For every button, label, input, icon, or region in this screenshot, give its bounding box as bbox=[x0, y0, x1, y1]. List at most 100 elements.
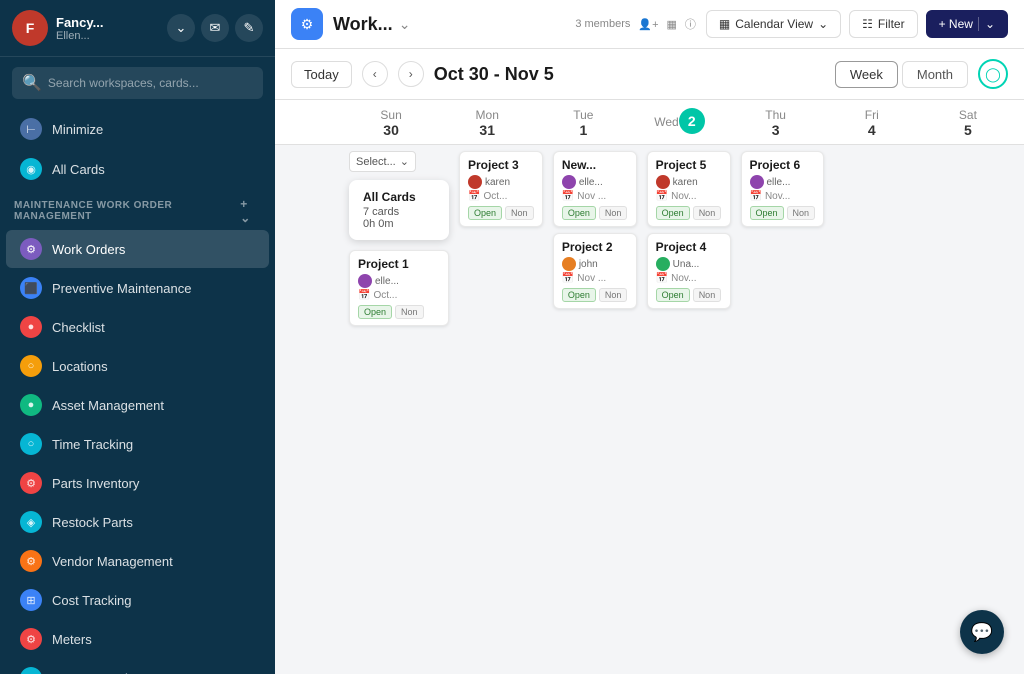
day-header-mon: Mon31 bbox=[439, 100, 535, 144]
minimize-icon: ⊢ bbox=[20, 118, 42, 140]
event-card-new[interactable]: New... elle... 📅 Nov ... Open Non bbox=[553, 151, 637, 227]
all-cards-popup[interactable]: All Cards 7 cards 0h 0m bbox=[349, 180, 449, 240]
day-header-wed: Wed2 bbox=[631, 100, 727, 144]
sidebar-item-all-cards[interactable]: ◉ All Cards bbox=[6, 150, 269, 188]
search-icon: 🔍 bbox=[22, 73, 42, 93]
sidebar-item-restock-parts[interactable]: ◈ Restock Parts bbox=[6, 503, 269, 541]
nav-label: Meters bbox=[52, 632, 92, 647]
event-tags: Open Non bbox=[562, 288, 628, 302]
day-name: Thu bbox=[765, 108, 786, 122]
prev-week-button[interactable]: ‹ bbox=[362, 61, 388, 87]
event-title: Project 1 bbox=[358, 257, 440, 271]
assignee-avatar bbox=[562, 257, 576, 271]
assignee-name: elle... bbox=[767, 177, 791, 188]
day-header-thu: Thu3 bbox=[728, 100, 824, 144]
wednesday-column: Project 5 karen 📅 Nov... Open Non bbox=[643, 145, 735, 661]
chat-button[interactable]: 💬 bbox=[960, 610, 1004, 654]
members-icon: 👤+ bbox=[638, 18, 658, 31]
sidebar-item-meters[interactable]: ⚙ Meters bbox=[6, 620, 269, 658]
nav-icon: ⚙ bbox=[20, 628, 42, 650]
search-bar[interactable]: 🔍 bbox=[12, 67, 263, 99]
nav-icon: ⚙ bbox=[20, 472, 42, 494]
nav-icon: ◈ bbox=[20, 511, 42, 533]
event-tags: Open Non bbox=[656, 288, 722, 302]
day-header-fri: Fri4 bbox=[824, 100, 920, 144]
circle-button[interactable]: ◯ bbox=[978, 59, 1008, 89]
assignee-name: john bbox=[579, 259, 598, 270]
title-chevron-icon[interactable]: ⌄ bbox=[399, 16, 411, 33]
filter-button[interactable]: ☷ Filter bbox=[849, 10, 917, 38]
tag-open: Open bbox=[656, 288, 690, 302]
event-date: 📅 Nov... bbox=[750, 191, 816, 202]
view-label: Calendar View bbox=[735, 17, 813, 31]
day-header-sat: Sat5 bbox=[920, 100, 1016, 144]
filter-icon: ☷ bbox=[862, 17, 873, 31]
sidebar-item-preventive-maintenance[interactable]: ⬛ Preventive Maintenance bbox=[6, 269, 269, 307]
popup-title: All Cards bbox=[363, 190, 435, 204]
event-card-project6[interactable]: Project 6 elle... 📅 Nov... Open Non bbox=[741, 151, 825, 227]
nav-label: Vendor Management bbox=[52, 554, 173, 569]
edit-icon[interactable]: ✎ bbox=[235, 14, 263, 42]
event-card-project3[interactable]: Project 3 karen 📅 Oct... Open Non bbox=[459, 151, 543, 227]
sidebar-item-parts-inventory[interactable]: ⚙ Parts Inventory bbox=[6, 464, 269, 502]
week-tab[interactable]: Week bbox=[835, 61, 898, 88]
next-week-button[interactable]: › bbox=[398, 61, 424, 87]
event-card-project2[interactable]: Project 2 john 📅 Nov ... Open Non bbox=[553, 233, 637, 309]
event-tags: Open Non bbox=[656, 206, 722, 220]
nav-icon: ○ bbox=[20, 433, 42, 455]
assignee-avatar bbox=[468, 175, 482, 189]
popup-count: 7 cards bbox=[363, 206, 435, 218]
section-toggle[interactable]: + ⌄ bbox=[240, 197, 261, 225]
sidebar-item-vendor-management[interactable]: ⚙ Vendor Management bbox=[6, 542, 269, 580]
sidebar-item-work-orders[interactable]: ⚙ Work Orders bbox=[6, 230, 269, 268]
calendar-icon: 📅 bbox=[562, 191, 574, 202]
tag-none: Non bbox=[693, 206, 722, 220]
event-card-project4[interactable]: Project 4 Una... 📅 Nov... Open Non bbox=[647, 233, 731, 309]
day-number: 30 bbox=[347, 122, 435, 138]
new-button[interactable]: + New ⌄ bbox=[926, 10, 1008, 38]
sidebar-header: F Fancy... Ellen... ⌄ ✉ ✎ bbox=[0, 0, 275, 57]
topbar-meta: 3 members 👤+ ▦ ⓘ bbox=[575, 16, 696, 32]
thursday-column: Project 6 elle... 📅 Nov... Open Non bbox=[737, 145, 829, 661]
sidebar-item-minimize[interactable]: ⊢ Minimize bbox=[6, 110, 269, 148]
tag-none: Non bbox=[395, 305, 424, 319]
nav-items: ⚙ Work Orders ⬛ Preventive Maintenance ●… bbox=[0, 229, 275, 674]
chart-icon: ▦ bbox=[667, 18, 677, 31]
nav-label: Parts Inventory bbox=[52, 476, 139, 491]
assignee-name: elle... bbox=[579, 177, 603, 188]
view-selector[interactable]: ▦ Calendar View ⌄ bbox=[706, 10, 841, 38]
sidebar-item-locations[interactable]: ○ Locations bbox=[6, 347, 269, 385]
event-card-project5[interactable]: Project 5 karen 📅 Nov... Open Non bbox=[647, 151, 731, 227]
sidebar-item-cost-tracking[interactable]: ⊞ Cost Tracking bbox=[6, 581, 269, 619]
month-tab[interactable]: Month bbox=[902, 61, 968, 88]
user-info: Fancy... Ellen... bbox=[56, 15, 159, 42]
calendar-icon: 📅 bbox=[358, 290, 370, 301]
today-button[interactable]: Today bbox=[291, 61, 352, 88]
sidebar-item-asset-management[interactable]: ● Asset Management bbox=[6, 386, 269, 424]
info-icon: ⓘ bbox=[685, 16, 696, 32]
tag-open: Open bbox=[750, 206, 784, 220]
tag-none: Non bbox=[505, 206, 534, 220]
tag-open: Open bbox=[562, 206, 596, 220]
day-header-tue: Tue1 bbox=[535, 100, 631, 144]
event-title: Project 4 bbox=[656, 240, 722, 254]
chevron-down-icon[interactable]: ⌄ bbox=[167, 14, 195, 42]
day-number: 5 bbox=[924, 122, 1012, 138]
day-name: Mon bbox=[476, 108, 499, 122]
select-dropdown[interactable]: Select... ⌄ bbox=[349, 151, 416, 172]
sidebar-header-icons: ⌄ ✉ ✎ bbox=[167, 14, 263, 42]
event-card-project1[interactable]: Project 1 elle... 📅 Oct... Open Non bbox=[349, 250, 449, 326]
day-name: Sun bbox=[380, 108, 401, 122]
event-meta: john bbox=[562, 257, 628, 271]
sidebar-item-asset-downtime[interactable]: ○ Asset Downtime bbox=[6, 659, 269, 674]
saturday-column bbox=[924, 145, 1016, 661]
calendar-icon: 📅 bbox=[750, 191, 762, 202]
event-meta: Una... bbox=[656, 257, 722, 271]
sidebar-item-checklist[interactable]: ● Checklist bbox=[6, 308, 269, 346]
calendar-icon: 📅 bbox=[468, 191, 480, 202]
search-input[interactable] bbox=[48, 76, 253, 90]
sidebar-item-time-tracking[interactable]: ○ Time Tracking bbox=[6, 425, 269, 463]
notification-icon[interactable]: ✉ bbox=[201, 14, 229, 42]
workspace-icon: ⚙ bbox=[291, 8, 323, 40]
assignee-name: Una... bbox=[673, 259, 700, 270]
